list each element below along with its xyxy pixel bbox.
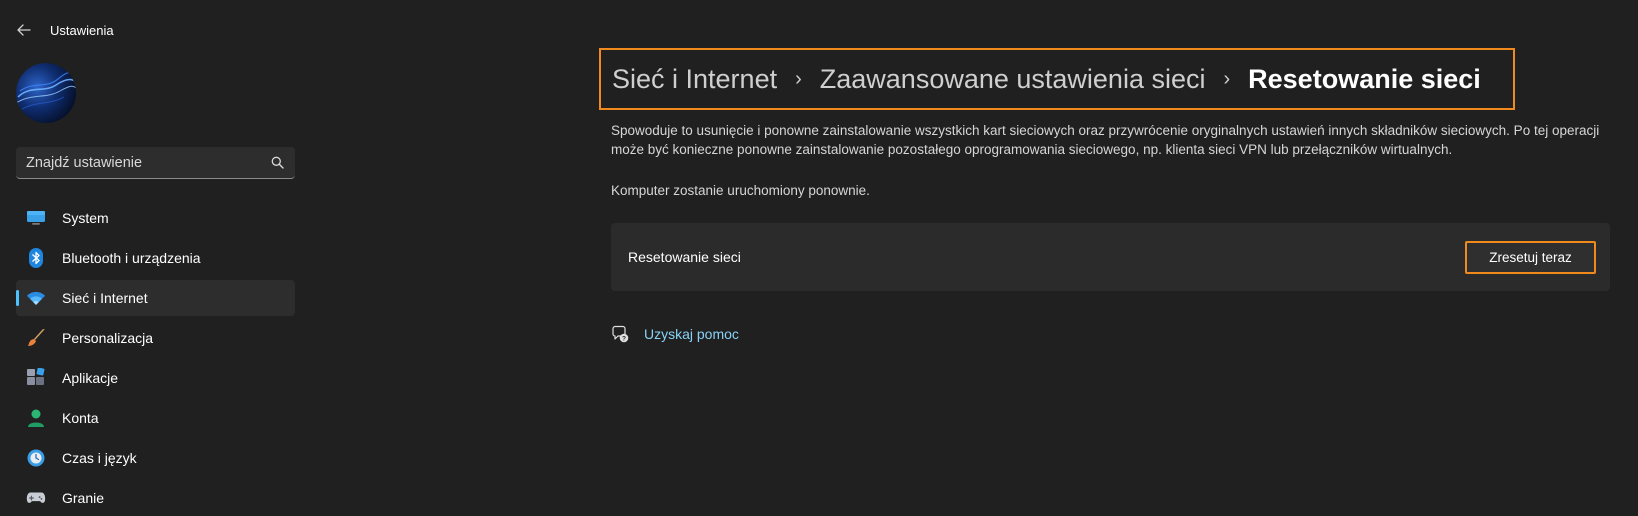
sidebar-item-system[interactable]: System [16,200,295,236]
sidebar-item-label: System [62,210,109,226]
chevron-right-icon: › [795,67,802,90]
sidebar-nav: System Bluetooth i urządzenia Sieć i Int… [16,200,295,516]
gamepad-icon [26,488,46,508]
bluetooth-icon [26,248,46,268]
search-icon[interactable] [269,155,285,171]
breadcrumb-advanced-network-settings[interactable]: Zaawansowane ustawienia sieci [820,64,1206,95]
paintbrush-icon [26,328,46,348]
arrow-left-icon [17,24,31,36]
chevron-right-icon: › [1223,67,1231,90]
get-help-row[interactable]: ? Uzyskaj pomoc [611,325,739,343]
title-bar: Ustawienia [0,0,300,60]
person-icon [26,408,46,428]
page-title: Resetowanie sieci [1248,63,1481,94]
wifi-icon [26,288,46,308]
svg-text:?: ? [622,335,626,342]
sidebar-item-time-language[interactable]: Czas i język [16,440,295,476]
get-help-link[interactable]: Uzyskaj pomoc [644,326,739,342]
sidebar-item-bluetooth[interactable]: Bluetooth i urządzenia [16,240,295,276]
breadcrumb-network[interactable]: Sieć i Internet [612,64,777,95]
app-title: Ustawienia [50,23,114,38]
help-chat-icon: ? [611,325,629,343]
back-button[interactable] [10,18,38,42]
sidebar-item-label: Granie [62,490,105,506]
clock-globe-icon [26,448,46,468]
sidebar-item-apps[interactable]: Aplikacje [16,360,295,396]
avatar[interactable] [16,63,76,123]
reset-now-button[interactable]: Zresetuj teraz [1465,240,1596,274]
breadcrumb: Sieć i Internet › Zaawansowane ustawieni… [599,48,1515,110]
sidebar-item-gaming[interactable]: Granie [16,480,295,516]
search-input[interactable] [26,154,269,171]
sidebar-item-label: Sieć i Internet [62,290,148,306]
settings-window: Ustawienia Znajdź ustawienie System Blue… [0,0,1638,516]
sidebar-item-label: Aplikacje [62,370,119,386]
restart-note: Komputer zostanie uruchomiony ponownie. [611,183,870,198]
sidebar-item-label: Czas i język [62,450,137,466]
sidebar-item-accounts[interactable]: Konta [16,400,295,436]
network-reset-card: Resetowanie sieci Zresetuj teraz [611,223,1610,291]
page-description: Spowoduje to usunięcie i ponowne zainsta… [611,123,1600,157]
sidebar-item-label: Personalizacja [62,330,154,346]
apps-icon [26,368,46,388]
network-reset-label: Resetowanie sieci [628,249,741,265]
sidebar-item-label: Bluetooth i urządzenia [62,250,201,266]
sidebar-item-network[interactable]: Sieć i Internet [16,280,295,316]
monitor-icon [26,208,46,228]
sidebar-item-label: Konta [62,410,99,426]
search-box[interactable] [16,147,295,179]
sidebar-item-personalization[interactable]: Personalizacja [16,320,295,356]
